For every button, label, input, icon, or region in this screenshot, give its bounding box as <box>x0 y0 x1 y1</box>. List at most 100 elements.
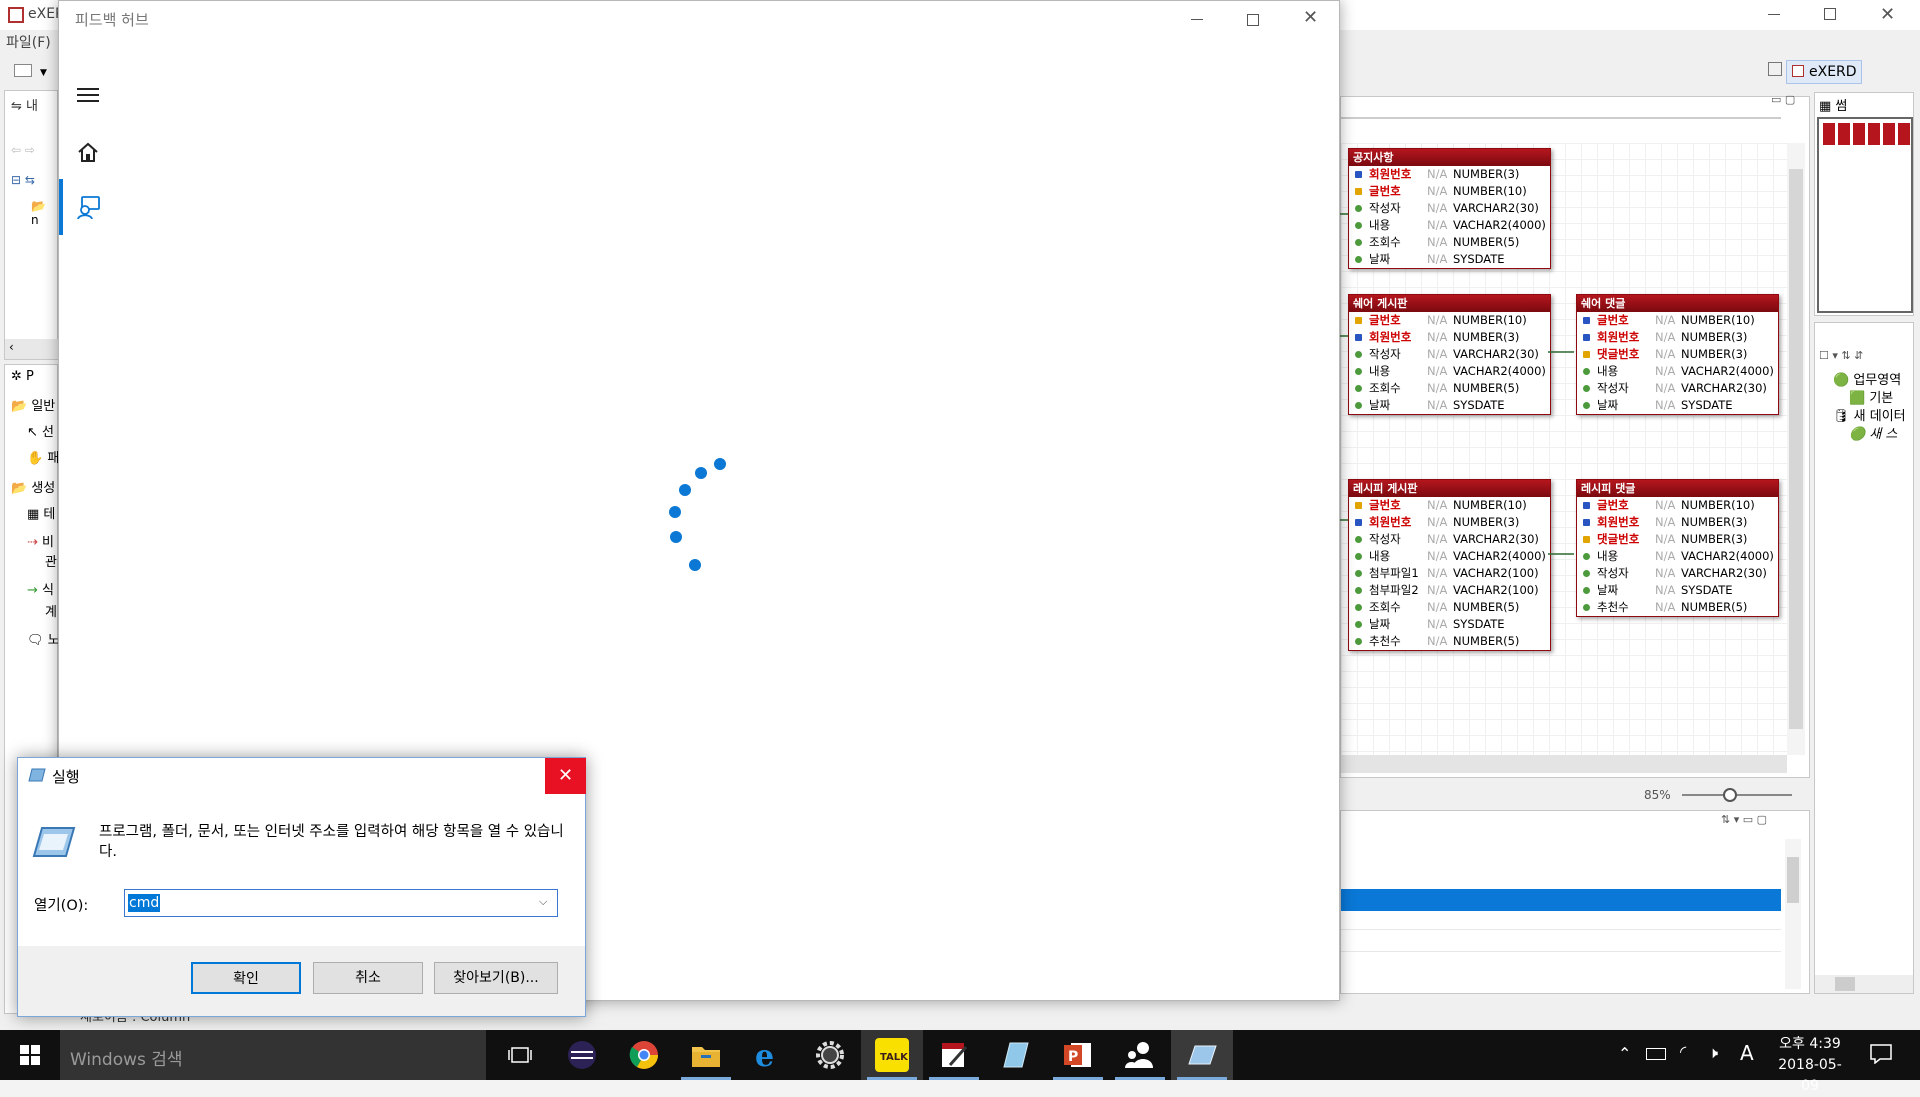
hamburger-menu-icon[interactable] <box>77 87 99 103</box>
restore-icon[interactable] <box>1824 8 1836 20</box>
taskbar-kakaotalk[interactable]: TALK <box>861 1030 923 1080</box>
er-column-row[interactable]: 내용 N/A VACHAR2(4000) <box>1577 548 1778 565</box>
run-input-combobox[interactable]: cmd ⌵ <box>124 889 558 917</box>
run-close-button[interactable]: ✕ <box>545 758 586 794</box>
outline-tab[interactable]: ▦ 썸 <box>1819 95 1847 114</box>
perspective-exerd[interactable]: eXERD <box>1786 60 1862 84</box>
er-column-row[interactable]: 조회수 N/A NUMBER(5) <box>1349 599 1550 616</box>
er-column-row[interactable]: 날짜 N/A SYSDATE <box>1349 616 1550 633</box>
taskbar-run[interactable] <box>1171 1030 1233 1080</box>
chevron-up-icon[interactable]: ⌃ <box>1618 1044 1631 1063</box>
menu-file[interactable]: 파일(F) <box>6 32 51 52</box>
zoom-slider-track[interactable] <box>1682 794 1792 796</box>
nav-arrows-icon[interactable]: ⇦ ⇨ <box>11 143 35 157</box>
fh-minimize-icon[interactable] <box>1191 19 1203 20</box>
taskbar-chrome[interactable] <box>613 1030 675 1080</box>
model-item-schema[interactable]: 🟢 새 스 <box>1849 423 1897 442</box>
er-column-row[interactable]: 댓글번호 N/A NUMBER(3) <box>1577 346 1778 363</box>
home-icon[interactable] <box>77 141 99 163</box>
er-column-row[interactable]: 추천수 N/A NUMBER(5) <box>1577 599 1778 616</box>
fh-maximize-icon[interactable] <box>1247 14 1259 26</box>
dropdown-arrow-icon[interactable]: ▼ <box>40 68 47 78</box>
model-item-default[interactable]: 🟩 기본 <box>1849 387 1893 406</box>
er-column-row[interactable]: 회원번호 N/A NUMBER(3) <box>1577 514 1778 531</box>
column-type: NUMBER(10) <box>1681 498 1755 512</box>
er-column-row[interactable]: 회원번호 N/A NUMBER(3) <box>1349 166 1550 183</box>
volume-muted-icon[interactable]: 🕨 <box>1708 1043 1718 1063</box>
er-column-row[interactable]: 첨부파일2 N/A VACHAR2(100) <box>1349 582 1550 599</box>
battery-icon[interactable] <box>1646 1048 1666 1060</box>
model-horizontal-scrollbar[interactable] <box>1815 975 1913 993</box>
er-column-row[interactable]: 내용 N/A VACHAR2(4000) <box>1577 363 1778 380</box>
taskbar-internet-explorer[interactable]: e <box>737 1030 799 1080</box>
palette-id-relation[interactable]: → 식 <box>27 579 54 598</box>
cancel-button[interactable]: 취소 <box>313 962 423 994</box>
clock[interactable]: 오후 4:39 2018-05-09 <box>1770 1034 1850 1097</box>
new-file-icon[interactable] <box>14 64 32 77</box>
chevron-down-icon[interactable]: ⌵ <box>539 895 547 909</box>
taskbar-file-explorer[interactable] <box>675 1030 737 1080</box>
column-nullable: N/A <box>1655 515 1676 529</box>
palette-group-create[interactable]: 📂 생성 <box>11 477 55 496</box>
vertical-scrollbar[interactable] <box>1787 143 1805 755</box>
er-column-row[interactable]: 작성자 N/A VARCHAR2(30) <box>1577 380 1778 397</box>
ime-indicator[interactable]: A <box>1740 1041 1754 1065</box>
er-column-row[interactable]: 회원번호 N/A NUMBER(3) <box>1577 329 1778 346</box>
palette-tab[interactable]: ✲ P <box>11 369 34 384</box>
tree-item-project[interactable]: 📂 n <box>31 199 57 227</box>
outline-thumbnail[interactable] <box>1817 117 1913 313</box>
panel-scrollbar[interactable] <box>1785 839 1801 989</box>
ok-button[interactable]: 확인 <box>191 962 301 994</box>
taskbar-exerd[interactable] <box>923 1030 985 1080</box>
start-button[interactable] <box>0 1030 60 1080</box>
palette-note[interactable]: 🗨 노 <box>27 629 60 648</box>
minimize-icon[interactable] <box>1768 14 1780 15</box>
navigator-tab[interactable]: ⇋ 내 <box>11 95 38 114</box>
browse-button[interactable]: 찾아보기(B)... <box>434 962 558 994</box>
palette-table[interactable]: ▦ 테 <box>27 503 55 522</box>
model-toolbar-icons[interactable]: ☐ ▾ ⇅ ⇵ <box>1819 349 1863 362</box>
palette-nonid-relation[interactable]: ⇢ 비 <box>27 531 54 550</box>
horizontal-scrollbar[interactable]: ‹ <box>5 339 59 359</box>
selected-row[interactable] <box>1341 889 1781 911</box>
palette-relation-label-2: 계 <box>45 605 57 620</box>
kakaotalk-icon: TALK <box>875 1038 909 1072</box>
run-input-value[interactable]: cmd <box>128 894 161 912</box>
taskbar-powerpoint[interactable]: P <box>1047 1030 1109 1080</box>
feedback-icon[interactable] <box>77 195 101 219</box>
er-column-row[interactable]: 날짜 N/A SYSDATE <box>1577 582 1778 599</box>
er-column-row[interactable]: 글번호 N/A NUMBER(10) <box>1577 497 1778 514</box>
fh-close-icon[interactable]: ✕ <box>1303 7 1318 28</box>
task-view-button[interactable] <box>489 1030 551 1080</box>
taskbar-notepad[interactable] <box>985 1030 1047 1080</box>
model-item-workarea[interactable]: 🟢 업무영역 <box>1833 369 1901 388</box>
er-column-row[interactable]: 글번호 N/A NUMBER(10) <box>1577 312 1778 329</box>
er-column-row[interactable]: 작성자 N/A VARCHAR2(30) <box>1577 565 1778 582</box>
palette-select[interactable]: ↖ 선 <box>27 421 54 440</box>
er-column-row[interactable]: 추천수 N/A NUMBER(5) <box>1349 633 1550 650</box>
model-item-database[interactable]: 🛢 새 데이터 <box>1833 405 1906 424</box>
wifi-icon[interactable]: ◜ <box>1680 1042 1686 1061</box>
taskbar-eclipse[interactable] <box>551 1030 613 1080</box>
action-center-icon[interactable] <box>1870 1044 1892 1064</box>
panel-toolbar-icons[interactable]: ⇅ ▾ ▭ ▢ <box>1721 813 1767 826</box>
palette-group-general[interactable]: 📂 일반 <box>11 395 55 414</box>
column-nullable: N/A <box>1427 600 1448 614</box>
taskbar-people[interactable] <box>1109 1030 1171 1080</box>
editor-min-max-icon[interactable]: ▭ ▢ <box>1771 93 1795 106</box>
er-column-row[interactable]: 글번호 N/A NUMBER(10) <box>1349 183 1550 200</box>
zoom-slider-thumb[interactable] <box>1723 788 1737 802</box>
taskbar-settings[interactable] <box>799 1030 861 1080</box>
collapse-all-icon[interactable]: ⊟ ⇆ <box>11 173 35 187</box>
close-icon[interactable]: ✕ <box>1880 4 1895 25</box>
column-nullable: N/A <box>1427 634 1448 648</box>
palette-pan[interactable]: ✋ 패 <box>27 447 59 466</box>
open-perspective-icon[interactable] <box>1768 62 1782 76</box>
er-column-row[interactable]: 댓글번호 N/A NUMBER(3) <box>1577 531 1778 548</box>
column-nullable: N/A <box>1655 330 1676 344</box>
er-table[interactable]: 쉐어 댓글 글번호 N/A NUMBER(10) 회원번호 N/A NUMBER(3) 댓글번… <box>1576 294 1779 415</box>
search-box[interactable]: Windows 검색 <box>60 1030 486 1080</box>
er-column-row[interactable]: 날짜 N/A SYSDATE <box>1577 397 1778 414</box>
er-table[interactable]: 레시피 댓글 글번호 N/A NUMBER(10) 회원번호 N/A NUMBER(3) 댓글… <box>1576 479 1779 617</box>
canvas-horizontal-scrollbar[interactable] <box>1341 755 1787 773</box>
